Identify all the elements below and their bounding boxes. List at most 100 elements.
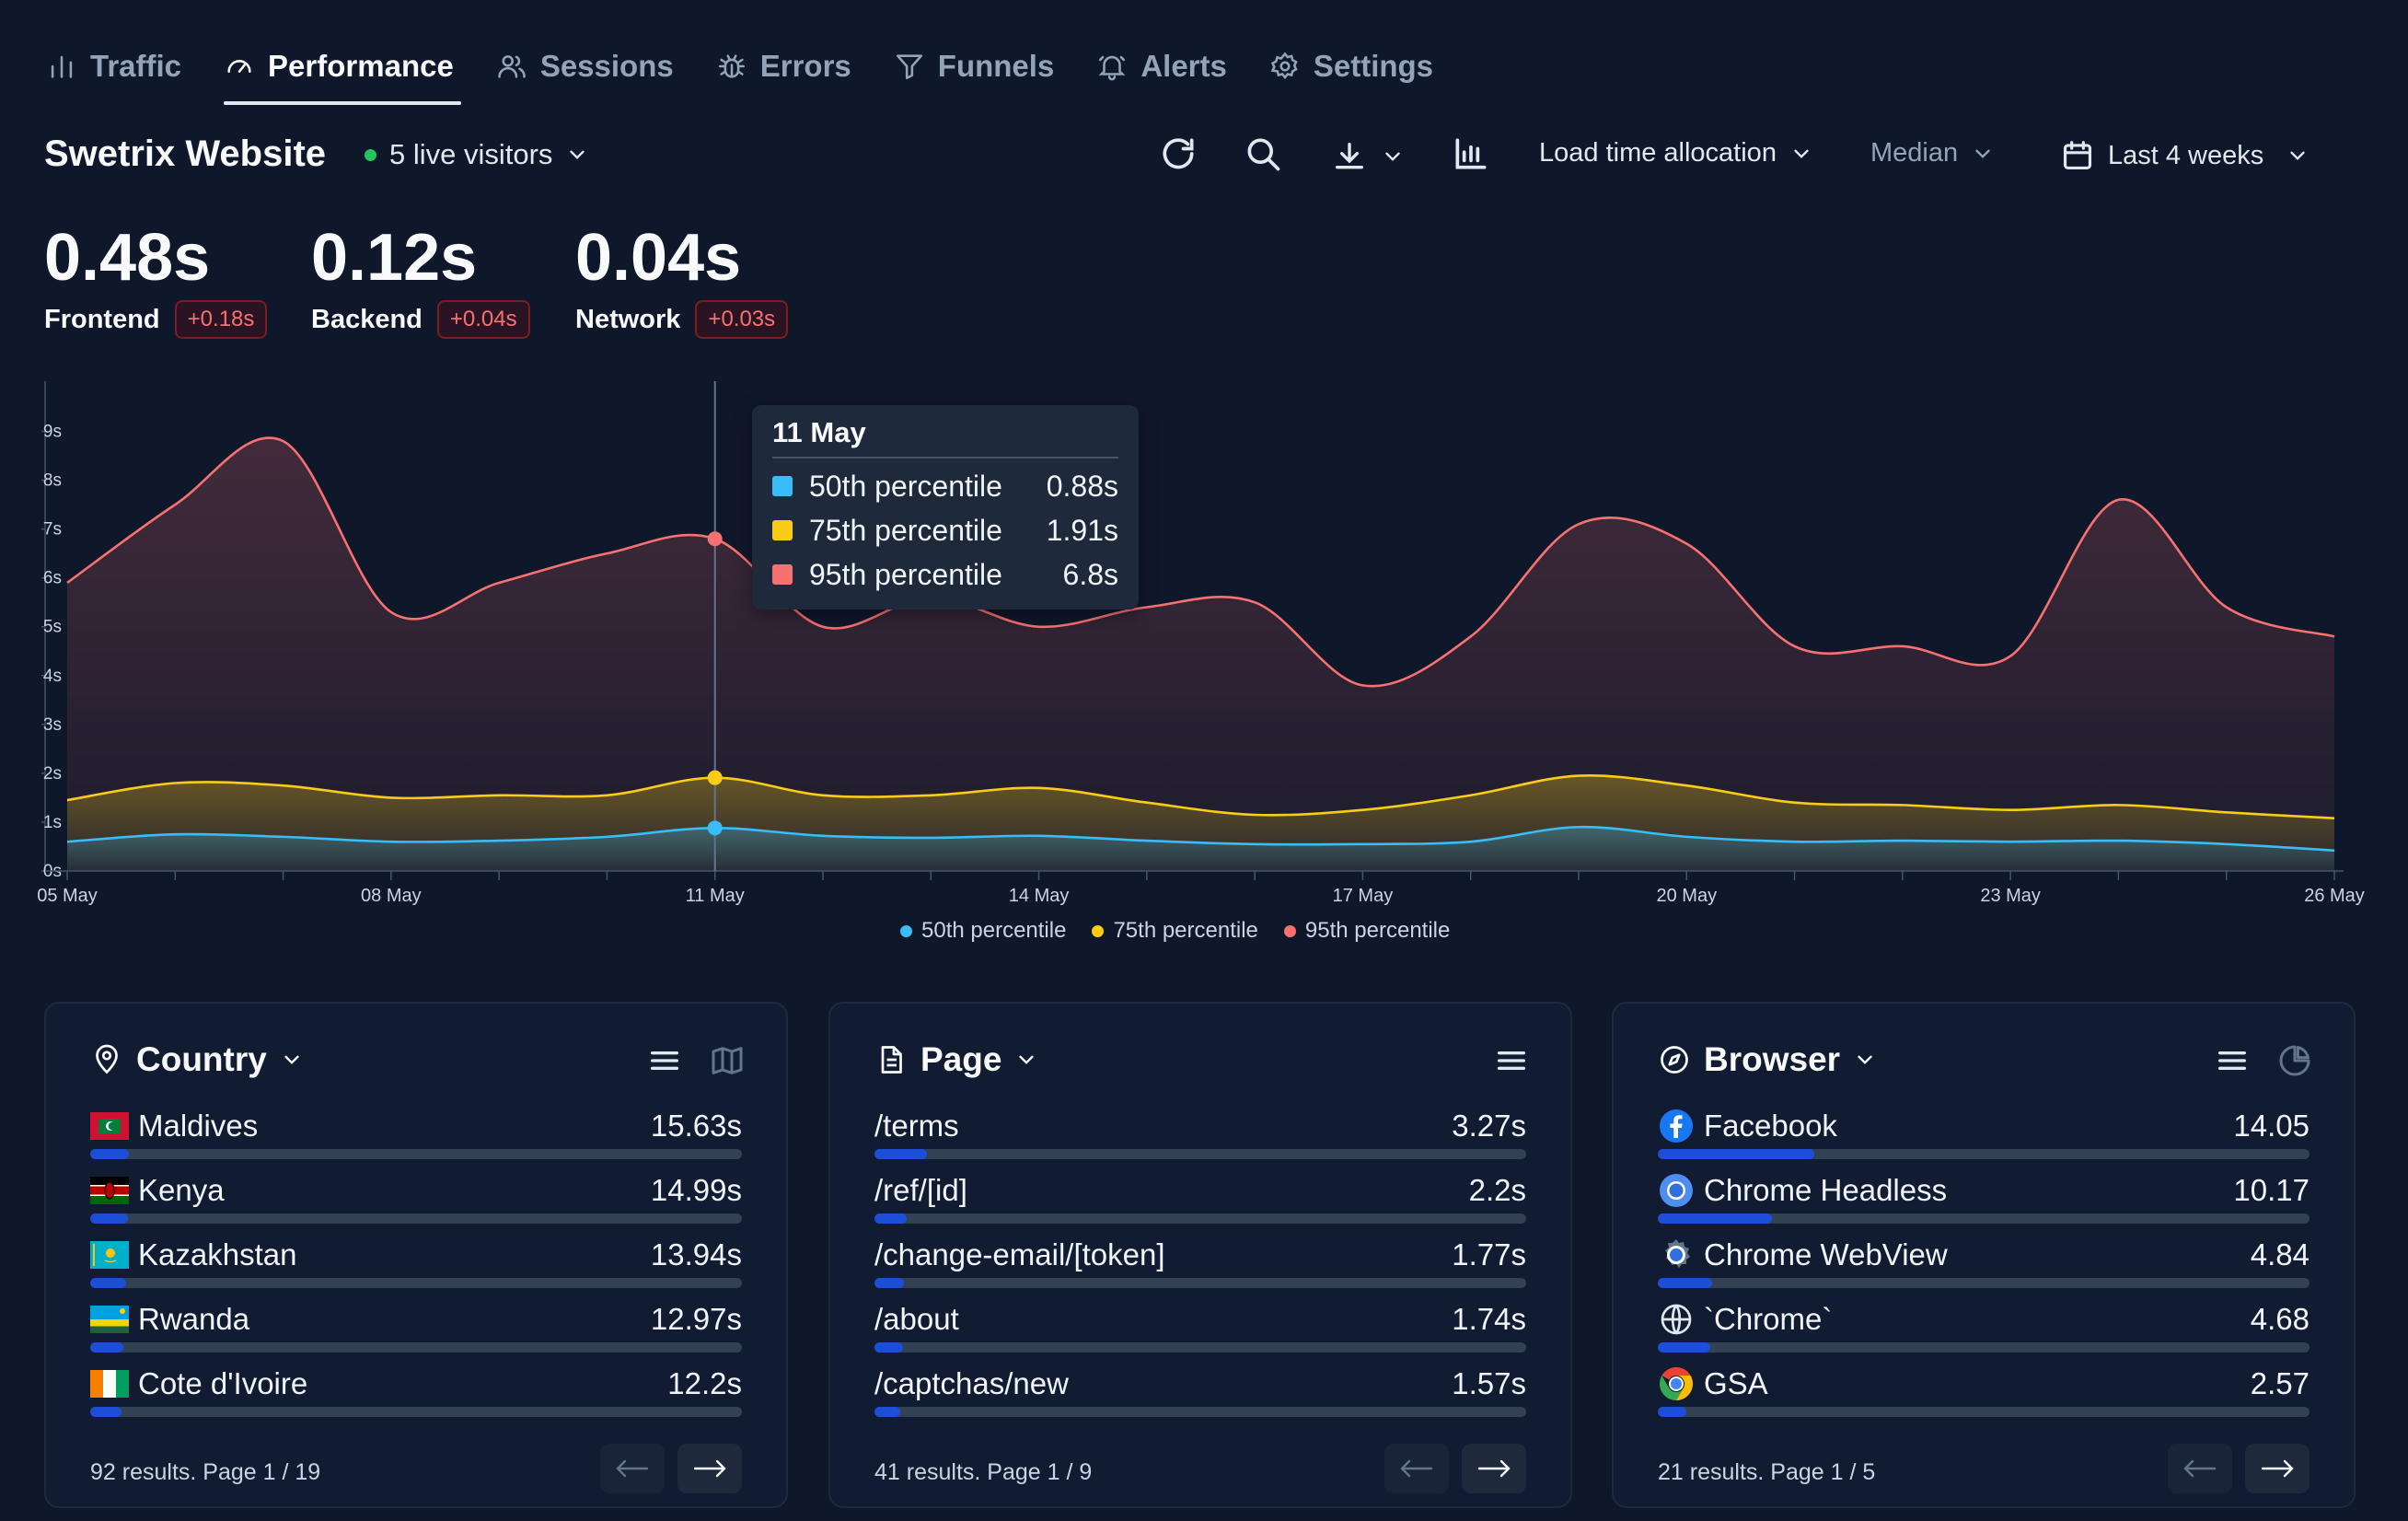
panel-title-dropdown[interactable]: Browser	[1658, 1040, 1877, 1079]
list-item[interactable]: /captchas/new 1.57s	[874, 1363, 1526, 1427]
legend-dot-icon	[1283, 924, 1296, 937]
kenya-flag-icon	[90, 1177, 129, 1204]
chevron-down-icon	[1794, 149, 1809, 158]
load-time-chart[interactable]: 0s1s2s3s4s5s6s7s8s9s05 May 08 May 11 May 14…	[0, 368, 2408, 921]
progress-bar	[1658, 1342, 2310, 1353]
ivory-coast-flag-icon	[90, 1370, 129, 1398]
item-label: /captchas/new	[874, 1366, 1069, 1400]
list-item[interactable]: Chrome WebView 4.84	[1658, 1234, 2310, 1298]
aggregation-dropdown[interactable]: Median	[1870, 138, 1995, 168]
chevron-down-icon	[284, 1055, 299, 1064]
export-dropdown[interactable]	[1331, 138, 1405, 175]
users-icon	[498, 55, 526, 78]
metric-label: Frontend	[44, 304, 160, 334]
page-panel: Page /terms 3.27s /ref/[id] 2.2s /change-e…	[828, 1002, 1572, 1508]
item-value: 3.27s	[1452, 1109, 1526, 1143]
list-item[interactable]: Chrome Headless 10.17	[1658, 1169, 2310, 1234]
tab-alerts[interactable]: Alerts	[1096, 37, 1227, 96]
item-value: 2.57	[2250, 1366, 2310, 1400]
bug-icon	[718, 54, 745, 78]
list-item[interactable]: /terms 3.27s	[874, 1105, 1526, 1169]
period-dropdown[interactable]: Last 4 weeks	[2060, 138, 2310, 173]
next-page-button[interactable]	[677, 1444, 742, 1493]
list-item[interactable]: /about 1.74s	[874, 1298, 1526, 1363]
arrow-left-icon	[1400, 1459, 1433, 1478]
progress-bar	[1658, 1407, 2310, 1417]
panel-tools	[646, 1042, 746, 1079]
list-item[interactable]: GSA 2.57	[1658, 1363, 2310, 1427]
y-tick-label: 8s	[43, 471, 62, 491]
progress-fill	[1658, 1278, 1712, 1288]
item-label: Facebook	[1704, 1109, 1837, 1143]
x-tick-label: 20 May	[1656, 886, 1717, 906]
search-icon[interactable]	[1243, 134, 1283, 174]
list-icon[interactable]	[1493, 1042, 1530, 1079]
maldives-flag-icon	[90, 1112, 129, 1140]
funnel-icon	[896, 54, 922, 80]
list-item[interactable]: Kazakhstan 13.94s	[90, 1234, 742, 1298]
tooltip-row: 75th percentile 1.91s	[772, 508, 1118, 552]
panel-title-dropdown[interactable]: Page	[874, 1040, 1038, 1079]
tooltip-label: 95th percentile	[809, 557, 1002, 591]
list-item[interactable]: /ref/[id] 2.2s	[874, 1169, 1526, 1234]
live-visitors-dropdown[interactable]: 5 live visitors	[365, 138, 589, 171]
list-item[interactable]: `Chrome` 4.68	[1658, 1298, 2310, 1363]
item-label: Chrome WebView	[1704, 1237, 1948, 1271]
tab-label: Funnels	[937, 49, 1055, 83]
pie-chart-icon[interactable]	[2276, 1042, 2313, 1079]
chart-bars-icon[interactable]	[1451, 134, 1491, 174]
prev-page-button[interactable]	[1384, 1444, 1449, 1493]
list-item[interactable]: /change-email/[token] 1.77s	[874, 1234, 1526, 1298]
legend-item[interactable]: 50th percentile	[900, 918, 1066, 944]
swatch-icon	[772, 520, 793, 540]
metric-value: 0.12s	[311, 221, 478, 295]
progress-fill	[90, 1407, 122, 1417]
next-page-button[interactable]	[2245, 1444, 2310, 1493]
list-item[interactable]: Maldives 15.63s	[90, 1105, 742, 1169]
tooltip-row: 50th percentile 0.88s	[772, 464, 1118, 508]
next-page-button[interactable]	[1462, 1444, 1526, 1493]
chevron-down-icon	[2290, 151, 2305, 160]
panel-tools	[2214, 1042, 2313, 1079]
tab-sessions[interactable]: Sessions	[496, 37, 674, 96]
rwanda-flag-icon	[90, 1306, 129, 1333]
list-item[interactable]: Kenya 14.99s	[90, 1169, 742, 1234]
prev-page-button[interactable]	[600, 1444, 665, 1493]
list-item[interactable]: Cote d'Ivoire 12.2s	[90, 1363, 742, 1427]
item-label: Cote d'Ivoire	[138, 1366, 308, 1400]
metric-dropdown[interactable]: Load time allocation	[1539, 138, 1813, 168]
tab-funnels[interactable]: Funnels	[894, 37, 1055, 96]
pagination-summary: 21 results. Page 1 / 5	[1658, 1459, 1876, 1485]
tab-errors[interactable]: Errors	[716, 37, 851, 96]
x-tick-label: 26 May	[2304, 886, 2365, 906]
legend-label: 50th percentile	[921, 918, 1067, 943]
map-icon[interactable]	[709, 1042, 746, 1079]
arrow-left-icon	[2183, 1459, 2217, 1478]
progress-bar	[874, 1278, 1526, 1288]
list-item[interactable]: Rwanda 12.97s	[90, 1298, 742, 1363]
panel-title: Country	[136, 1040, 267, 1078]
legend-item[interactable]: 95th percentile	[1283, 918, 1450, 944]
x-tick-label: 11 May	[686, 886, 745, 906]
tab-performance[interactable]: Performance	[224, 37, 461, 105]
refresh-icon[interactable]	[1158, 134, 1198, 174]
list-item[interactable]: Facebook 14.05	[1658, 1105, 2310, 1169]
panel-title-dropdown[interactable]: Country	[90, 1040, 304, 1079]
progress-bar	[90, 1342, 742, 1353]
x-tick-label: 14 May	[1009, 886, 1070, 906]
chevron-down-icon	[1975, 149, 1990, 158]
tab-traffic[interactable]: Traffic	[46, 37, 181, 96]
item-label: Kenya	[138, 1173, 225, 1207]
item-label: Rwanda	[138, 1302, 250, 1336]
progress-bar	[90, 1213, 742, 1224]
prev-page-button[interactable]	[2168, 1444, 2232, 1493]
hover-point	[707, 770, 723, 785]
list-icon[interactable]	[2214, 1042, 2251, 1079]
arrow-left-icon	[616, 1459, 649, 1478]
panel-title: Page	[920, 1040, 1002, 1078]
list-icon[interactable]	[646, 1042, 683, 1079]
tab-settings[interactable]: Settings	[1269, 37, 1433, 96]
tab-label: Settings	[1313, 49, 1434, 83]
legend-item[interactable]: 75th percentile	[1092, 918, 1258, 944]
progress-bar	[1658, 1149, 2310, 1159]
